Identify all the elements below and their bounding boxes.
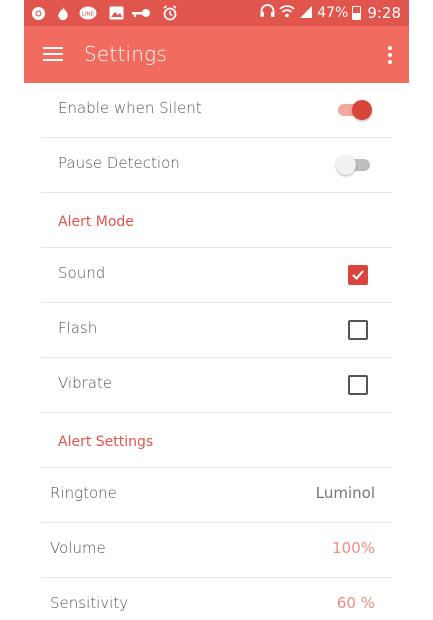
ringtone-label: Ringtone (50, 484, 117, 502)
status-bar: LINE 47% 9:28 (24, 0, 409, 26)
sound-label: Sound (58, 264, 106, 282)
wifi-icon (279, 4, 295, 22)
more-vertical-icon[interactable] (385, 45, 395, 65)
vibrate-checkbox[interactable] (348, 375, 368, 395)
headphones-icon (260, 4, 275, 22)
key-icon (131, 5, 151, 21)
ringtone-row[interactable]: Ringtone Luminol (41, 468, 392, 523)
volume-value: 100% (332, 539, 375, 557)
flash-row[interactable]: Flash (41, 303, 392, 358)
sound-checkbox[interactable] (348, 265, 368, 285)
vibrate-row[interactable]: Vibrate (41, 358, 392, 413)
fire-icon (55, 5, 71, 21)
sensitivity-row[interactable]: Sensitivity 60 % (41, 578, 392, 620)
flash-label: Flash (58, 319, 98, 337)
enable-when-silent-row[interactable]: Enable when Silent (41, 83, 392, 138)
vibrate-label: Vibrate (58, 374, 113, 392)
svg-text:LINE: LINE (82, 11, 95, 17)
alert-mode-header: Alert Mode (41, 193, 392, 248)
volume-row[interactable]: Volume 100% (41, 523, 392, 578)
signal-icon (299, 5, 313, 22)
image-icon (108, 5, 124, 21)
page-title: Settings (84, 42, 167, 66)
alert-mode-header-label: Alert Mode (58, 214, 134, 230)
alarm-clock-icon (162, 5, 178, 21)
app-bar: Settings (24, 26, 409, 83)
battery-percent: 47% (317, 5, 349, 21)
hamburger-menu-icon[interactable] (43, 47, 63, 62)
chrome-icon (30, 5, 46, 21)
sensitivity-label: Sensitivity (50, 594, 129, 612)
pause-detection-row[interactable]: Pause Detection (41, 138, 392, 193)
volume-label: Volume (50, 539, 106, 557)
ringtone-value: Luminol (315, 484, 375, 502)
enable-when-silent-toggle[interactable] (338, 98, 372, 120)
sensitivity-value: 60 % (336, 594, 375, 612)
battery-icon (352, 6, 362, 20)
clock-time: 9:28 (367, 4, 401, 22)
line-app-icon: LINE (79, 5, 97, 21)
flash-checkbox[interactable] (348, 320, 368, 340)
status-bar-right: 47% 9:28 (256, 3, 401, 23)
alert-settings-header: Alert Settings (41, 413, 392, 468)
sound-row[interactable]: Sound (41, 248, 392, 303)
settings-screen: LINE 47% 9:28 Settings Enable when Silen… (24, 0, 409, 620)
pause-detection-label: Pause Detection (58, 154, 180, 172)
alert-settings-header-label: Alert Settings (58, 434, 154, 450)
settings-list: Enable when Silent Pause Detection Alert… (41, 83, 392, 620)
pause-detection-toggle[interactable] (336, 153, 372, 175)
enable-when-silent-label: Enable when Silent (58, 99, 202, 117)
